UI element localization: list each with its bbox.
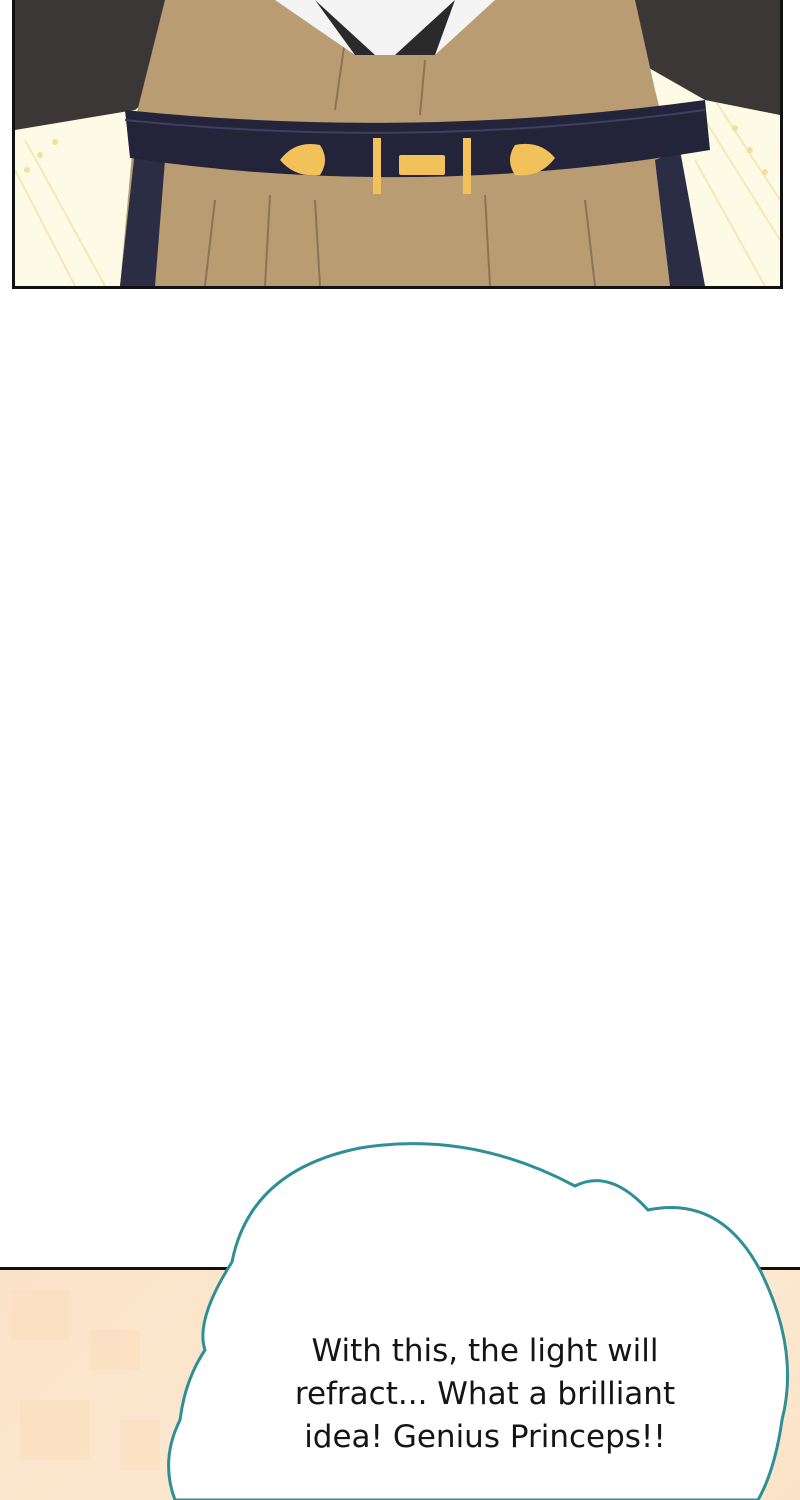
- comic-panel-top: [12, 0, 783, 289]
- speech-bubble-text: With this, the light will refract... Wha…: [294, 1333, 676, 1455]
- figure-belt-illustration: [15, 0, 780, 286]
